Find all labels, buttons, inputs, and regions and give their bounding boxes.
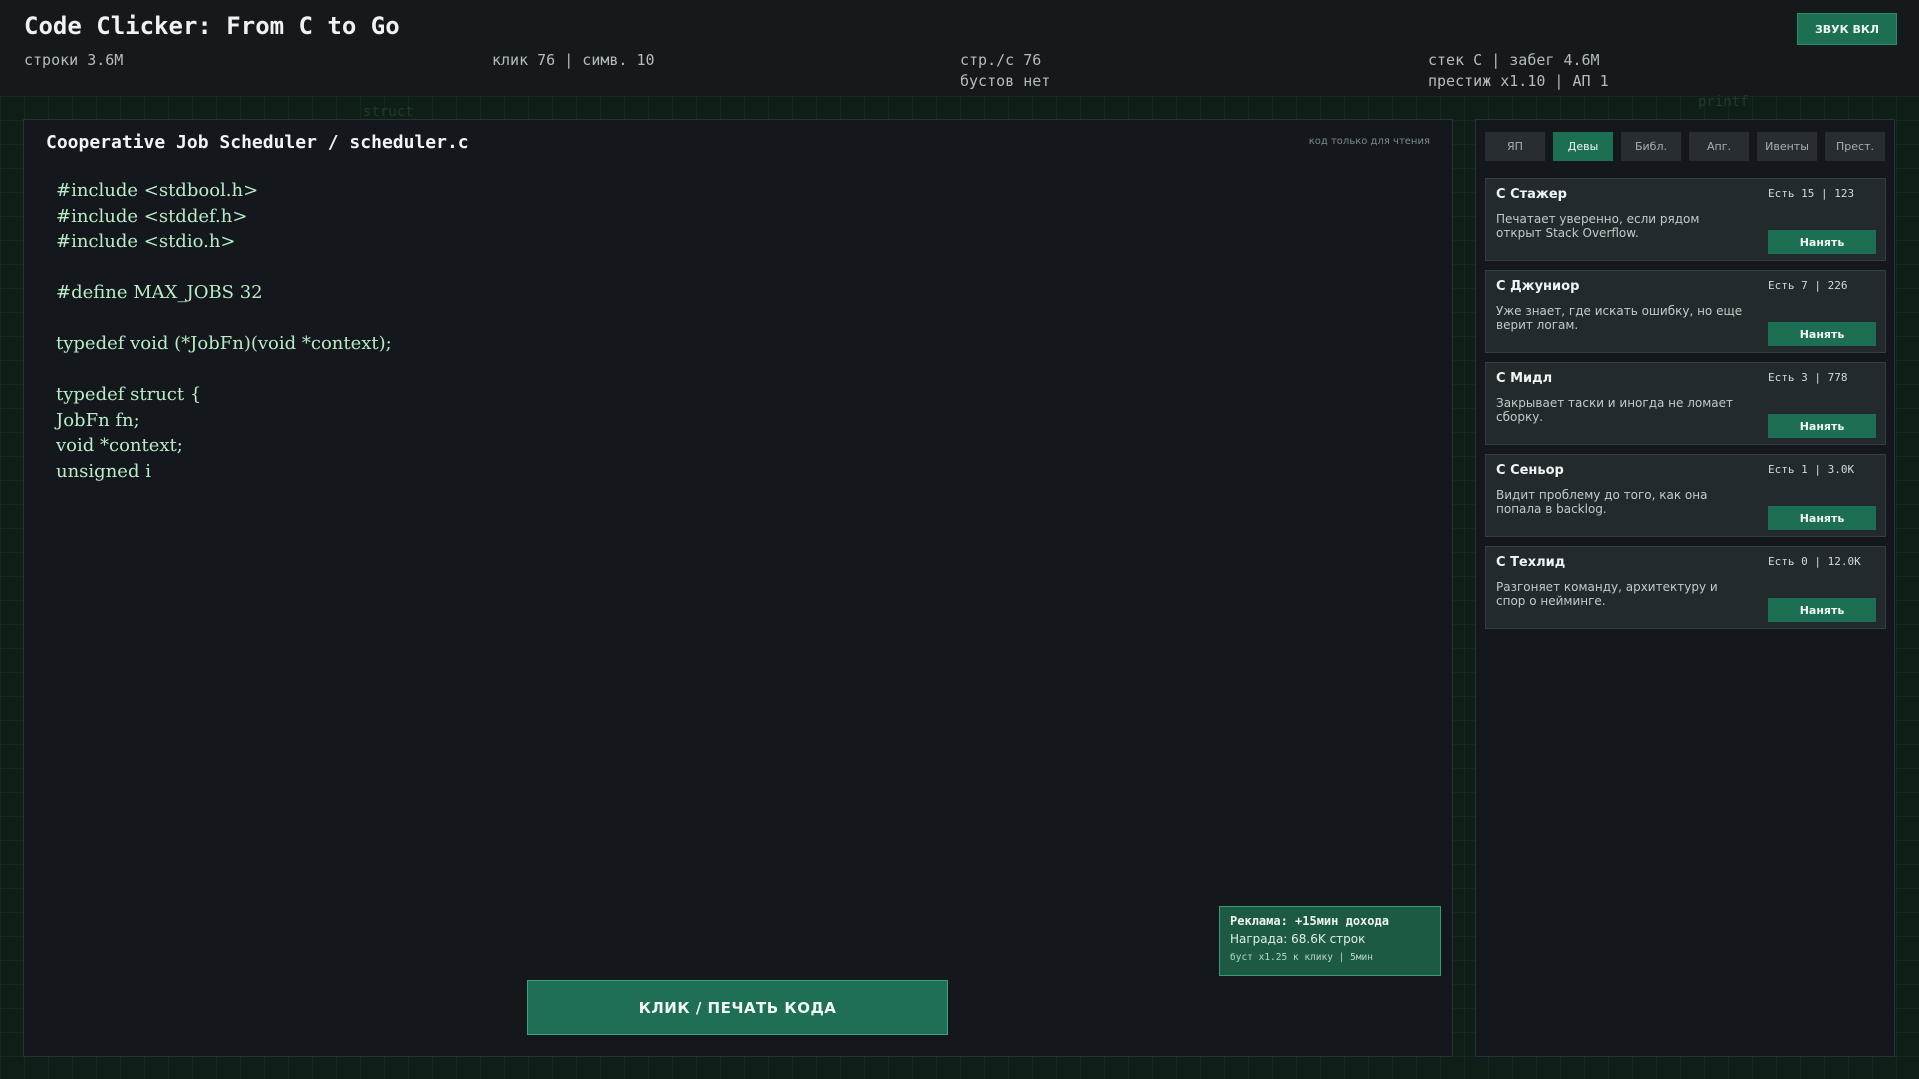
tab-prestige[interactable]: Прест. — [1825, 132, 1885, 161]
developer-description: Разгоняет команду, архитектуру и спор о … — [1496, 580, 1718, 608]
owned-cost: Есть 0 | 12.0K — [1768, 555, 1861, 568]
code-line: void *context; — [56, 435, 183, 456]
hire-button[interactable]: Нанять — [1768, 414, 1876, 438]
ad-title: Реклама: +15мин дохода — [1230, 914, 1389, 928]
code-line: typedef struct { — [56, 384, 202, 405]
top-bar: Code Clicker: From C to Go строки 3.6M к… — [0, 0, 1919, 96]
developer-name: C Техлид — [1496, 555, 1566, 570]
lines-counter: строки 3.6M — [24, 51, 124, 69]
developer-card-senior: C Сеньор Есть 1 | 3.0K Видит проблему до… — [1485, 454, 1886, 537]
developer-description: Уже знает, где искать ошибку, но еще вер… — [1496, 304, 1743, 332]
prestige-stats: престиж x1.10 | АП 1 — [1428, 72, 1609, 90]
owned-cost: Есть 3 | 778 — [1768, 371, 1848, 384]
hire-button[interactable]: Нанять — [1768, 322, 1876, 346]
shop-panel: ЯП Девы Библ. Апг. Ивенты Прест. C Стаже… — [1475, 119, 1895, 1057]
tab-upgrades[interactable]: Апг. — [1689, 132, 1749, 161]
owned-cost: Есть 15 | 123 — [1768, 187, 1855, 200]
tab-libraries[interactable]: Библ. — [1621, 132, 1681, 161]
code-line: #include <stdbool.h> — [56, 180, 259, 201]
lines-per-second: стр./с 76 — [960, 51, 1042, 69]
owned-cost: Есть 1 | 3.0K — [1768, 463, 1855, 476]
sound-toggle-button[interactable]: ЗВУК ВКЛ — [1797, 13, 1897, 45]
tab-events[interactable]: Ивенты — [1757, 132, 1817, 161]
background-keyword: struct — [363, 104, 414, 120]
hire-button[interactable]: Нанять — [1768, 506, 1876, 530]
background-keyword: printf — [1698, 94, 1749, 110]
developer-description: Закрывает таски и иногда не ломает сборк… — [1496, 396, 1734, 424]
developer-name: C Стажер — [1496, 187, 1567, 202]
ad-reward-banner[interactable]: Реклама: +15мин дохода Награда: 68.6K ст… — [1219, 906, 1441, 976]
code-view: #include <stdbool.h> #include <stddef.h>… — [56, 178, 392, 484]
developer-name: C Джуниор — [1496, 279, 1580, 294]
game-title: Code Clicker: From C to Go — [24, 12, 400, 40]
tab-languages[interactable]: ЯП — [1485, 132, 1545, 161]
code-line: unsigned i — [56, 460, 151, 482]
developer-card-junior: C Джуниор Есть 7 | 226 Уже знает, где ис… — [1485, 270, 1886, 353]
code-line: #define MAX_JOBS 32 — [56, 282, 263, 303]
hire-button[interactable]: Нанять — [1768, 598, 1876, 622]
click-stats: клик 76 | симв. 10 — [492, 51, 655, 69]
hire-button[interactable]: Нанять — [1768, 230, 1876, 254]
developer-description: Видит проблему до того, как она попала в… — [1496, 488, 1708, 516]
code-line: #include <stdio.h> — [56, 231, 236, 252]
owned-cost: Есть 7 | 226 — [1768, 279, 1848, 292]
developer-name: C Мидл — [1496, 371, 1553, 386]
project-file-title: Cooperative Job Scheduler / scheduler.c — [46, 132, 469, 153]
developer-description: Печатает уверенно, если рядом открыт Sta… — [1496, 212, 1700, 240]
shop-tabs: ЯП Девы Библ. Апг. Ивенты Прест. — [1485, 132, 1885, 161]
developer-name: C Сеньор — [1496, 463, 1564, 478]
ad-reward: Награда: 68.6K строк — [1230, 932, 1366, 946]
code-line: #include <stddef.h> — [56, 205, 248, 227]
developer-card-middle: C Мидл Есть 3 | 778 Закрывает таски и ин… — [1485, 362, 1886, 445]
code-line: JobFn fn; — [56, 409, 140, 431]
developer-card-intern: C Стажер Есть 15 | 123 Печатает уверенно… — [1485, 178, 1886, 261]
boosts-status: бустов нет — [960, 72, 1051, 90]
ad-boost-info: буст x1.25 к клику | 5мин — [1230, 952, 1373, 963]
readonly-label: код только для чтения — [1308, 136, 1430, 147]
code-line: typedef void (*JobFn)(void *context); — [56, 333, 392, 354]
developer-card-techlead: C Техлид Есть 0 | 12.0K Разгоняет команд… — [1485, 546, 1886, 629]
tab-developers[interactable]: Девы — [1553, 132, 1613, 161]
stack-run-stats: стек C | забег 4.6M — [1428, 51, 1600, 69]
click-print-code-button[interactable]: КЛИК / ПЕЧАТЬ КОДА — [527, 980, 948, 1035]
